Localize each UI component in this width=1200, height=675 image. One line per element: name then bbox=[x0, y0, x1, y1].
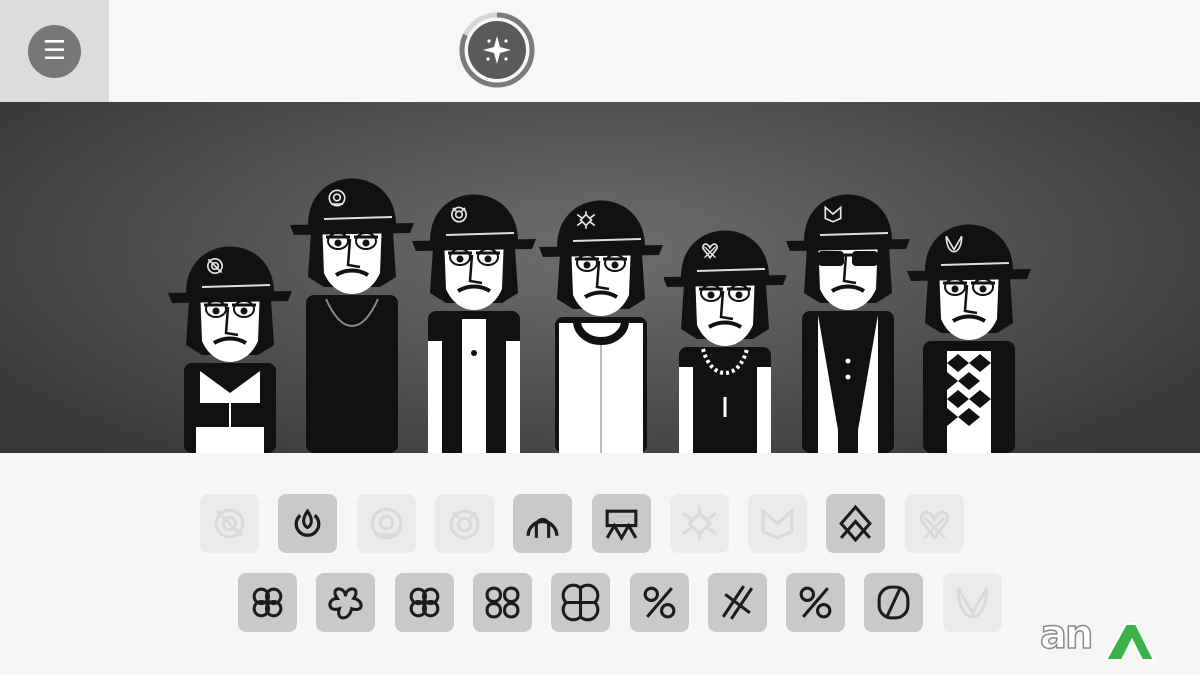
performer[interactable] bbox=[783, 171, 913, 453]
sparkle-icon bbox=[459, 12, 535, 88]
sound-slot[interactable] bbox=[513, 494, 573, 553]
clover-icon bbox=[252, 587, 283, 618]
sound-tray-row-2 bbox=[0, 573, 1200, 633]
watermark-text: an bbox=[1039, 611, 1094, 659]
spider-icon bbox=[681, 507, 717, 540]
sound-slot[interactable] bbox=[591, 494, 651, 553]
sound-slot[interactable] bbox=[942, 573, 1002, 632]
menu-panel: ☰ bbox=[0, 0, 109, 102]
flag-zigzag-icon bbox=[605, 509, 637, 541]
top-bar: ☰ bbox=[0, 0, 1200, 102]
sound-slot[interactable] bbox=[826, 494, 886, 553]
sound-slot[interactable] bbox=[748, 494, 808, 553]
sound-slot[interactable] bbox=[551, 573, 611, 632]
hamburger-menu-button[interactable]: ☰ bbox=[28, 25, 81, 78]
power-drop-icon bbox=[294, 508, 321, 537]
double-slash-icon bbox=[721, 585, 753, 620]
target-drop-icon bbox=[449, 509, 480, 540]
arch-circle-icon bbox=[526, 517, 559, 538]
sound-slot[interactable] bbox=[316, 573, 376, 632]
sound-slot[interactable] bbox=[669, 494, 729, 553]
grid-clover-icon bbox=[561, 583, 600, 622]
sound-slot[interactable] bbox=[904, 494, 964, 553]
leaf-v-icon bbox=[956, 587, 989, 619]
performer[interactable] bbox=[412, 171, 536, 453]
green-a-logo-icon bbox=[1104, 623, 1156, 661]
sound-slot[interactable] bbox=[238, 573, 297, 632]
stage bbox=[0, 102, 1200, 453]
pill-slash-icon bbox=[878, 585, 910, 620]
performer[interactable] bbox=[288, 155, 416, 453]
wing-m-icon bbox=[761, 507, 794, 540]
sound-slot[interactable] bbox=[394, 573, 454, 632]
bonus-sparkle-button[interactable] bbox=[459, 12, 535, 88]
percent-slash-icon bbox=[799, 586, 832, 619]
sound-slot[interactable] bbox=[786, 573, 846, 632]
watermark: an bbox=[1039, 611, 1160, 664]
sound-slot[interactable] bbox=[434, 494, 494, 553]
sound-slot[interactable] bbox=[707, 573, 767, 632]
sound-slot[interactable] bbox=[278, 494, 338, 553]
double-loop-icon bbox=[485, 586, 520, 619]
diamond-knot-icon bbox=[839, 504, 873, 543]
heart-knot-icon bbox=[919, 510, 949, 541]
sound-slot[interactable] bbox=[629, 573, 689, 632]
hamburger-icon: ☰ bbox=[42, 36, 67, 66]
clover-icon bbox=[409, 587, 439, 618]
performer[interactable] bbox=[664, 207, 786, 453]
sound-tray-row-1 bbox=[0, 494, 1200, 554]
sound-slot[interactable] bbox=[864, 573, 924, 632]
percent-slash-icon bbox=[643, 586, 675, 619]
performer[interactable] bbox=[168, 223, 292, 453]
sound-slot[interactable] bbox=[356, 494, 416, 553]
circle-slash-icon bbox=[214, 508, 245, 539]
sound-slot[interactable] bbox=[472, 573, 532, 632]
performer[interactable] bbox=[906, 201, 1032, 453]
at-circle-icon bbox=[370, 507, 402, 540]
quatrefoil-icon bbox=[328, 587, 363, 620]
sound-slot[interactable] bbox=[200, 494, 259, 553]
performer[interactable] bbox=[536, 177, 666, 453]
